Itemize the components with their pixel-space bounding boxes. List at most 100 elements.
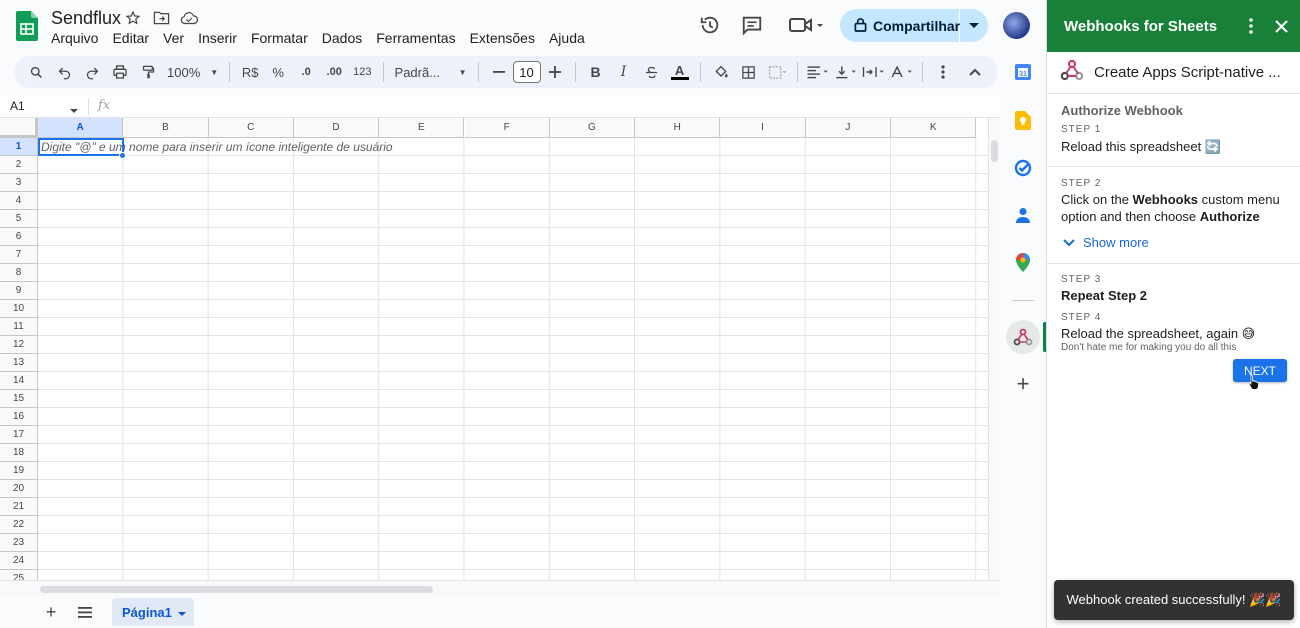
chevron-down-icon[interactable] bbox=[177, 605, 186, 620]
calendar-icon[interactable]: 31 bbox=[1012, 61, 1034, 83]
menu-view[interactable]: Ver bbox=[156, 29, 191, 47]
star-icon[interactable] bbox=[124, 9, 142, 27]
format-percent-button[interactable]: % bbox=[265, 59, 291, 85]
document-title[interactable]: Sendflux bbox=[51, 8, 121, 29]
row-header-4[interactable]: 4 bbox=[0, 192, 38, 210]
row-header-8[interactable]: 8 bbox=[0, 264, 38, 282]
row-header-3[interactable]: 3 bbox=[0, 174, 38, 192]
increase-decimal-button[interactable]: .00 bbox=[321, 59, 347, 85]
row-header-10[interactable]: 10 bbox=[0, 300, 38, 318]
row-header-21[interactable]: 21 bbox=[0, 498, 38, 516]
horizontal-align-icon[interactable] bbox=[805, 59, 831, 85]
increase-font-size-icon[interactable] bbox=[542, 59, 568, 85]
next-button[interactable]: NEXT bbox=[1233, 359, 1287, 382]
tasks-icon[interactable] bbox=[1012, 157, 1034, 179]
menu-insert[interactable]: Inserir bbox=[191, 29, 244, 47]
vertical-align-icon[interactable] bbox=[833, 59, 859, 85]
comments-icon[interactable] bbox=[740, 13, 764, 37]
merge-cells-icon[interactable] bbox=[764, 59, 790, 85]
bold-icon[interactable]: B bbox=[583, 59, 609, 85]
horizontal-scrollbar[interactable] bbox=[0, 580, 1000, 596]
column-header-j[interactable]: J bbox=[805, 118, 891, 138]
share-button[interactable]: Compartilhar bbox=[840, 9, 988, 42]
name-box[interactable]: A1 bbox=[10, 99, 25, 113]
all-sheets-icon[interactable] bbox=[75, 602, 95, 622]
row-header-2[interactable]: 2 bbox=[0, 156, 38, 174]
font-size-input[interactable]: 10 bbox=[512, 61, 541, 83]
format-currency-button[interactable]: R$ bbox=[237, 59, 263, 85]
row-header-25[interactable]: 25 bbox=[0, 570, 38, 580]
menu-file[interactable]: Arquivo bbox=[44, 29, 105, 47]
row-header-14[interactable]: 14 bbox=[0, 372, 38, 390]
text-rotation-icon[interactable] bbox=[889, 59, 915, 85]
row-header-24[interactable]: 24 bbox=[0, 552, 38, 570]
row-header-16[interactable]: 16 bbox=[0, 408, 38, 426]
contacts-icon[interactable] bbox=[1012, 204, 1034, 226]
menu-help[interactable]: Ajuda bbox=[542, 29, 592, 47]
column-header-g[interactable]: G bbox=[549, 118, 636, 138]
row-header-12[interactable]: 12 bbox=[0, 336, 38, 354]
font-select[interactable]: Padrã... ▼ bbox=[391, 59, 471, 85]
version-history-icon[interactable] bbox=[698, 13, 722, 37]
more-formats-button[interactable]: 123 bbox=[349, 59, 375, 85]
meet-icon[interactable] bbox=[786, 13, 826, 37]
add-addon-icon[interactable]: + bbox=[1012, 371, 1034, 396]
row-header-6[interactable]: 6 bbox=[0, 228, 38, 246]
collapse-toolbar-icon[interactable] bbox=[962, 59, 988, 85]
vertical-scroll-thumb[interactable] bbox=[991, 140, 998, 162]
share-dropdown-icon[interactable] bbox=[960, 22, 988, 29]
close-icon[interactable] bbox=[1266, 19, 1296, 33]
italic-icon[interactable]: I bbox=[611, 59, 637, 85]
column-header-a[interactable]: A bbox=[38, 118, 124, 138]
menu-tools[interactable]: Ferramentas bbox=[369, 29, 462, 47]
column-header-c[interactable]: C bbox=[208, 118, 294, 138]
paint-format-icon[interactable] bbox=[135, 59, 161, 85]
sheet-tab-active[interactable]: Página1 bbox=[112, 598, 194, 626]
row-header-9[interactable]: 9 bbox=[0, 282, 38, 300]
borders-icon[interactable] bbox=[736, 59, 762, 85]
text-color-icon[interactable]: A bbox=[667, 59, 693, 85]
webhook-addon-icon[interactable] bbox=[1006, 320, 1040, 354]
row-header-19[interactable]: 19 bbox=[0, 462, 38, 480]
column-header-h[interactable]: H bbox=[635, 118, 721, 138]
search-icon[interactable] bbox=[23, 59, 49, 85]
row-header-5[interactable]: 5 bbox=[0, 210, 38, 228]
row-header-7[interactable]: 7 bbox=[0, 246, 38, 264]
column-header-f[interactable]: F bbox=[464, 118, 550, 138]
row-header-23[interactable]: 23 bbox=[0, 534, 38, 552]
add-sheet-icon[interactable]: + bbox=[41, 602, 61, 622]
fill-color-icon[interactable] bbox=[708, 59, 734, 85]
maps-icon[interactable] bbox=[1012, 251, 1034, 273]
show-more-link[interactable]: Show more bbox=[1061, 235, 1286, 250]
row-header-11[interactable]: 11 bbox=[0, 318, 38, 336]
select-all-corner[interactable] bbox=[0, 118, 38, 138]
menu-format[interactable]: Formatar bbox=[244, 29, 315, 47]
row-header-18[interactable]: 18 bbox=[0, 444, 38, 462]
keep-icon[interactable] bbox=[1012, 109, 1034, 131]
row-header-15[interactable]: 15 bbox=[0, 390, 38, 408]
decrease-decimal-button[interactable]: .0 bbox=[293, 59, 319, 85]
more-options-icon[interactable] bbox=[930, 59, 956, 85]
avatar[interactable] bbox=[1003, 12, 1030, 39]
row-header-13[interactable]: 13 bbox=[0, 354, 38, 372]
column-header-i[interactable]: I bbox=[720, 118, 806, 138]
more-vert-icon[interactable] bbox=[1236, 18, 1266, 34]
row-header-22[interactable]: 22 bbox=[0, 516, 38, 534]
column-header-b[interactable]: B bbox=[123, 118, 209, 138]
zoom-select[interactable]: 100% ▼ bbox=[163, 59, 222, 85]
decrease-font-size-icon[interactable] bbox=[486, 59, 512, 85]
column-header-d[interactable]: D bbox=[293, 118, 380, 138]
menu-edit[interactable]: Editar bbox=[105, 29, 156, 47]
row-header-1[interactable]: 1 bbox=[0, 138, 38, 156]
undo-icon[interactable] bbox=[51, 59, 77, 85]
row-header-17[interactable]: 17 bbox=[0, 426, 38, 444]
sheets-logo-icon[interactable] bbox=[16, 11, 38, 41]
print-icon[interactable] bbox=[107, 59, 133, 85]
strikethrough-icon[interactable] bbox=[639, 59, 665, 85]
vertical-scrollbar[interactable] bbox=[988, 118, 1000, 596]
cloud-status-icon[interactable] bbox=[180, 9, 198, 27]
menu-data[interactable]: Dados bbox=[315, 29, 369, 47]
column-header-k[interactable]: K bbox=[891, 118, 977, 138]
horizontal-scroll-thumb[interactable] bbox=[40, 586, 433, 593]
text-wrapping-icon[interactable] bbox=[861, 59, 887, 85]
